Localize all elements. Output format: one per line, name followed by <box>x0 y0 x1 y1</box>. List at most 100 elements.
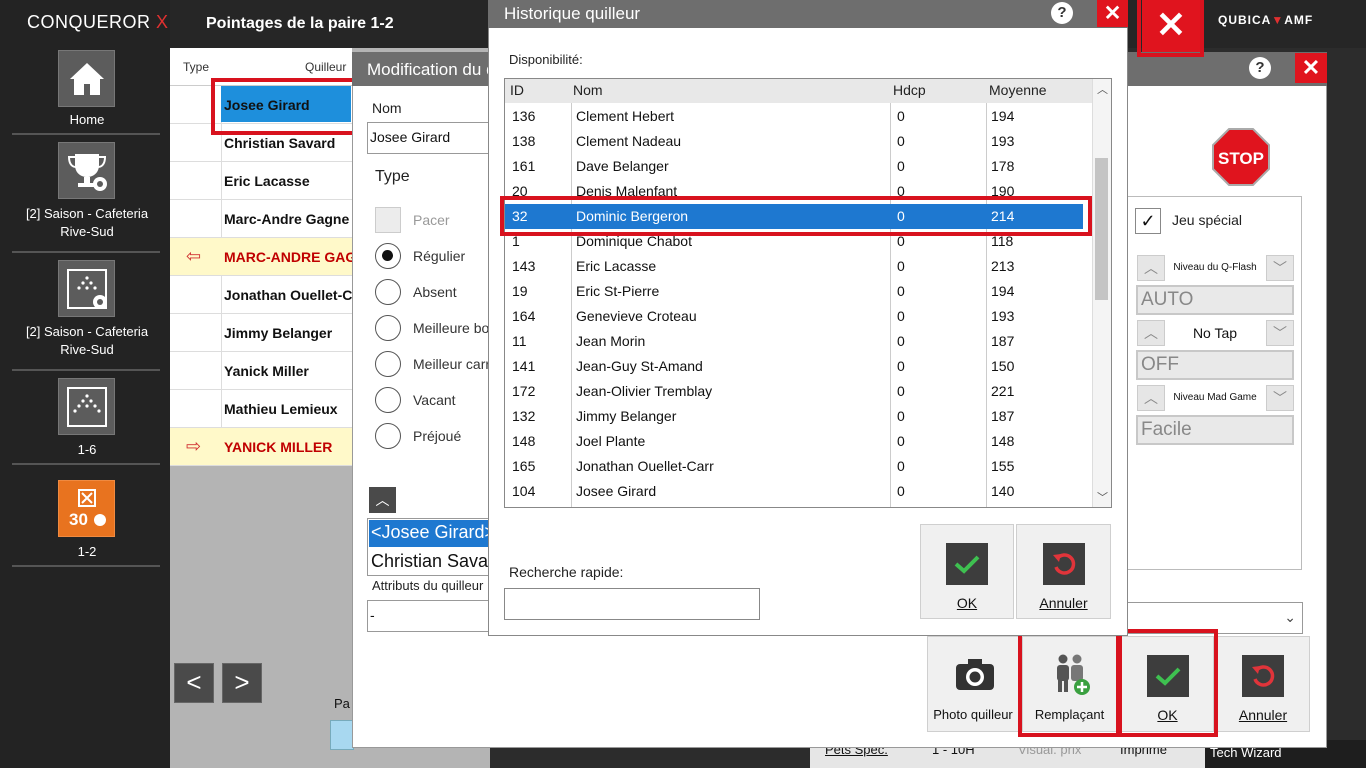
qflash-value: AUTO <box>1136 285 1294 315</box>
player-row[interactable]: ⇨ YANICK MILLER <box>170 428 352 466</box>
type-radio-absent[interactable] <box>375 279 401 305</box>
sidebar-item-label: [2] Saison - Cafeteria Rive-Sud <box>25 206 149 239</box>
player-row[interactable]: Mathieu Lemieux <box>170 390 352 428</box>
scroll-up-button[interactable]: ︿ <box>369 487 396 513</box>
grid-row[interactable]: 136 Clement Hebert 0 194 <box>505 104 1083 129</box>
list-item[interactable]: Christian Savard <box>371 551 504 572</box>
season-lanes-button[interactable] <box>58 260 115 317</box>
cell-hdcp: 0 <box>897 433 905 449</box>
grid-row[interactable]: 143 Eric Lacasse 0 213 <box>505 254 1083 279</box>
cell-id: 148 <box>512 433 536 449</box>
type-radio-meilleure-boule[interactable] <box>375 315 401 341</box>
nom-field[interactable]: Josee Girard <box>367 122 489 154</box>
svg-text:30: 30 <box>69 510 88 529</box>
photo-quilleur-button[interactable]: Photo quilleur <box>927 636 1019 732</box>
player-row[interactable]: Eric Lacasse <box>170 162 352 200</box>
cell-moyenne: 155 <box>991 458 1015 474</box>
column-header-moyenne[interactable]: Moyenne <box>989 79 1047 103</box>
type-radio-vacant[interactable] <box>375 387 401 413</box>
attributs-field[interactable]: - <box>367 600 489 632</box>
column-header-hdcp[interactable]: Hdcp <box>893 79 926 103</box>
grid-row[interactable]: 161 Dave Belanger 0 178 <box>505 154 1083 179</box>
player-name: Yanick Miller <box>224 363 309 379</box>
player-row[interactable]: Jimmy Belanger <box>170 314 352 352</box>
cell-moyenne: 221 <box>991 383 1015 399</box>
cell-hdcp: 0 <box>897 333 905 349</box>
historique-ok-button[interactable]: OK <box>920 524 1014 619</box>
grid-row[interactable]: 148 Joel Plante 0 148 <box>505 429 1083 454</box>
player-row[interactable]: Yanick Miller <box>170 352 352 390</box>
player-name: Jonathan Ouellet-Carr <box>224 287 372 303</box>
type-radio-prejoue[interactable] <box>375 423 401 449</box>
chevron-down-icon[interactable]: ﹀ <box>1097 489 1108 505</box>
list-item[interactable]: <Josee Girard> <box>369 520 489 547</box>
type-label: Type <box>375 168 410 185</box>
cell-moyenne: 193 <box>991 308 1015 324</box>
cell-nom: Jean-Olivier Tremblay <box>576 383 713 399</box>
help-icon[interactable]: ? <box>1051 2 1073 24</box>
next-button[interactable]: > <box>222 663 262 703</box>
cell-id: 104 <box>512 483 536 499</box>
chevron-up-icon[interactable]: ︿ <box>1097 81 1108 97</box>
home-button[interactable] <box>58 50 115 107</box>
madgame-up-button[interactable]: ︿ <box>1137 385 1165 411</box>
player-name: Christian Savard <box>224 135 336 151</box>
grid-row[interactable]: 11 Jean Morin 0 187 <box>505 329 1083 354</box>
column-header-nom[interactable]: Nom <box>573 79 603 103</box>
bottom-partial-label: Pa <box>334 696 350 711</box>
season-standings-button[interactable] <box>58 142 115 199</box>
pacer-checkbox[interactable] <box>375 207 401 233</box>
stop-sign-icon[interactable]: STOP <box>1212 128 1270 186</box>
notap-down-button[interactable]: ﹀ <box>1266 320 1294 346</box>
player-row[interactable]: ⇦ MARC-ANDRE GAGNE <box>170 238 376 276</box>
player-listbox[interactable]: <Josee Girard> Christian Savard <box>367 518 504 576</box>
qflash-down-button[interactable]: ﹀ <box>1266 255 1294 281</box>
player-row[interactable]: Marc-Andre Gagne <box>170 200 352 238</box>
historique-dialog-title: Historique quilleur <box>504 4 641 23</box>
lanes-1-6-button[interactable] <box>58 378 115 435</box>
pins-gear-icon <box>66 268 107 309</box>
grid-row[interactable]: 164 Genevieve Croteau 0 193 <box>505 304 1083 329</box>
type-option-label: Régulier <box>413 248 466 264</box>
notap-up-button[interactable]: ︿ <box>1137 320 1165 346</box>
attributs-label: Attributs du quilleur <box>372 578 484 593</box>
cell-hdcp: 0 <box>897 408 905 424</box>
recherche-input[interactable] <box>504 588 760 620</box>
qflash-up-button[interactable]: ︿ <box>1137 255 1165 281</box>
madgame-value: Facile <box>1136 415 1294 445</box>
cell-hdcp: 0 <box>897 283 905 299</box>
prev-button[interactable]: < <box>174 663 214 703</box>
highlight-box <box>1018 629 1120 737</box>
close-modification-button[interactable]: ✕ <box>1295 53 1327 83</box>
players-grid[interactable]: ID Nom Hdcp Moyenne 136 Clement Hebert 0 19… <box>504 78 1112 508</box>
pair-1-2-button[interactable]: 30 <box>58 480 115 537</box>
column-header-id[interactable]: ID <box>510 79 524 103</box>
close-historique-button[interactable]: ✕ <box>1097 0 1128 27</box>
grid-row[interactable]: 19 Eric St-Pierre 0 194 <box>505 279 1083 304</box>
cell-nom: Jimmy Belanger <box>576 408 677 424</box>
player-row[interactable]: Jonathan Ouellet-Carr <box>170 276 371 314</box>
jeu-special-checkbox[interactable]: ✓ <box>1135 208 1161 234</box>
type-option-label: Vacant <box>413 392 456 408</box>
scrollbar-thumb[interactable] <box>1095 158 1108 300</box>
cell-hdcp: 0 <box>897 458 905 474</box>
grid-row[interactable]: 165 Jonathan Ouellet-Carr 0 155 <box>505 454 1083 479</box>
type-radio-meilleur-carreau[interactable] <box>375 351 401 377</box>
bottom-tab-active[interactable] <box>330 720 354 750</box>
historique-annuler-button[interactable]: Annuler <box>1016 524 1111 619</box>
grid-row[interactable]: 141 Jean-Guy St-Amand 0 150 <box>505 354 1083 379</box>
vendor-logo: QUBICA▼AMF <box>1218 13 1314 27</box>
grid-row[interactable]: 138 Clement Nadeau 0 193 <box>505 129 1083 154</box>
cell-id: 19 <box>512 283 528 299</box>
modif-annuler-button[interactable]: Annuler <box>1216 636 1310 732</box>
cell-id: 138 <box>512 133 536 149</box>
type-radio-regulier[interactable] <box>375 243 401 269</box>
grid-row[interactable]: 172 Jean-Olivier Tremblay 0 221 <box>505 379 1083 404</box>
cell-nom: Eric Lacasse <box>576 258 657 274</box>
madgame-down-button[interactable]: ﹀ <box>1266 385 1294 411</box>
grid-row[interactable]: 132 Jimmy Belanger 0 187 <box>505 404 1083 429</box>
undo-icon <box>1042 543 1085 585</box>
help-icon[interactable]: ? <box>1249 57 1271 79</box>
grid-row[interactable]: 104 Josee Girard 0 140 <box>505 479 1083 504</box>
sidebar-item-label: [2] Saison - Cafeteria Rive-Sud <box>25 324 149 357</box>
